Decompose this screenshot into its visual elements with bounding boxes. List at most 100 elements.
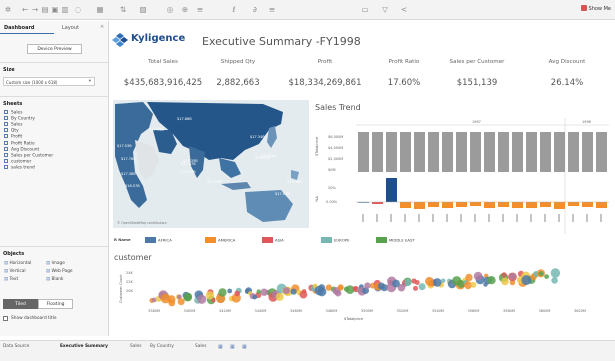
new-dashboard-icon[interactable]: ▦: [230, 344, 235, 350]
x-tick-label: 3560M: [468, 309, 480, 313]
save-icon[interactable]: ▤: [40, 4, 50, 15]
sheet-item[interactable]: Sales per Customer: [4, 152, 54, 159]
legend-item[interactable]: EUROPE: [321, 237, 350, 243]
sheet-tab[interactable]: Sales: [195, 344, 206, 349]
object-item-text[interactable]: ▤ Text: [4, 277, 18, 282]
tableau-logo-icon[interactable]: ✲: [3, 4, 13, 15]
customer-point: [501, 277, 509, 286]
sales-trend-chart[interactable]: $Totalprice %Δ $6,000M $4,000M $2,000M $0M 20%…: [312, 118, 609, 234]
device-preview-button[interactable]: Device Preview: [27, 44, 82, 54]
tab-dashboard[interactable]: Dashboard: [4, 23, 35, 33]
legend-item[interactable]: ASIA: [262, 237, 284, 243]
y-tick-label: 20K: [126, 289, 133, 293]
size-select[interactable]: Custom size (1000 x 618) ▾: [3, 77, 95, 86]
sheet-tab[interactable]: Executive Summary: [60, 344, 108, 349]
sales-bar: [512, 132, 523, 172]
new-data-source-icon[interactable]: ▣: [50, 4, 60, 15]
legend-item[interactable]: AMERICA: [205, 237, 235, 243]
delta-bar: [554, 202, 565, 209]
object-item-label: Vertical: [9, 269, 26, 274]
sheet-tab-bar: Data Source Executive Summary Sales By Coun…: [0, 340, 615, 361]
chart-type-icon[interactable]: ▦: [95, 4, 105, 15]
object-item-vertical[interactable]: ▤ Vertical: [4, 269, 26, 274]
filter-icon[interactable]: ▽: [380, 4, 390, 15]
floating-button[interactable]: Floating: [38, 299, 73, 309]
redo-icon[interactable]: →: [30, 4, 40, 15]
fix-axes-icon[interactable]: ℓ: [229, 4, 239, 15]
sales-map[interactable]: $17.93B $17.86B $17.34B $17.61B $17.47B $17.5…: [113, 100, 309, 228]
sheet-item[interactable]: Profit: [4, 134, 22, 140]
add-sheet-icon[interactable]: ▥: [60, 4, 70, 15]
show-me-button[interactable]: Show Me: [580, 5, 611, 12]
sheet-tab[interactable]: Data Source: [3, 344, 29, 349]
map-value-label: $17.35B: [183, 159, 198, 163]
divider: [0, 62, 108, 63]
customer-point: [413, 285, 418, 291]
share-icon[interactable]: <: [399, 4, 409, 15]
sheet-item[interactable]: customer: [4, 158, 31, 165]
legend-item[interactable]: MIDDLE EAST: [376, 237, 415, 243]
sales-bar: [526, 132, 537, 172]
customer-scatter-chart[interactable]: Customer Count 24K 22K 20K 3380M 3400M 3420M 34…: [112, 265, 610, 335]
show-me-icon: [580, 5, 587, 11]
show-title-checkbox[interactable]: [3, 316, 8, 321]
object-item-label: Horizontal: [9, 261, 32, 266]
size-heading: Size: [3, 67, 15, 73]
x-axis-label: $Totalprice: [344, 317, 363, 321]
x-tick-label: 3380M: [148, 309, 160, 313]
customer-point: [282, 287, 290, 295]
kpi-value: $435,683,916,425: [123, 78, 203, 88]
x-tick-label: 3620M: [574, 309, 586, 313]
legend-label: AMERICA: [218, 237, 236, 243]
customer-chart-title: customer: [114, 253, 152, 262]
new-sheet-icon[interactable]: ▦: [218, 344, 223, 350]
sheet-tab[interactable]: By Country: [150, 344, 174, 349]
sheet-item[interactable]: Sales: [4, 122, 22, 128]
sales-bar: [554, 132, 565, 172]
map-value-label: $17.38B: [121, 172, 136, 176]
swap-icon[interactable]: ⇅: [118, 4, 128, 15]
object-item-image[interactable]: ▤ Image: [46, 261, 65, 266]
sheet-item[interactable]: sales trend: [4, 164, 35, 171]
close-icon[interactable]: ×: [100, 24, 104, 30]
group-icon[interactable]: ⊕: [180, 4, 190, 15]
sheet-item-label: Sales per Customer: [11, 153, 54, 159]
sheet-item[interactable]: Sales: [4, 110, 22, 116]
legend-item[interactable]: AFRICA: [145, 237, 172, 243]
year-label: 1998: [582, 120, 591, 124]
new-story-icon[interactable]: ▦: [242, 344, 247, 350]
label-icon[interactable]: ≡: [195, 4, 205, 15]
customer-point: [418, 283, 426, 291]
highlight-icon[interactable]: ∂: [250, 4, 260, 15]
object-item-blank[interactable]: ▤ Blank: [46, 277, 63, 282]
presentation-icon[interactable]: ▭: [360, 4, 370, 15]
legend-swatch: [262, 237, 273, 243]
fit-icon[interactable]: ≡: [267, 4, 277, 15]
pause-icon[interactable]: ◌: [73, 4, 83, 15]
sheet-item-label: Avg Discount: [11, 147, 40, 153]
object-item-web-page[interactable]: ▤ Web Page: [46, 269, 73, 274]
sheet-item[interactable]: Profit Ratio: [4, 140, 35, 147]
sort-descending-icon[interactable]: ◎: [165, 4, 175, 15]
kpi-value: 26.14%: [550, 78, 584, 88]
sheet-item[interactable]: Qty: [4, 128, 19, 134]
customer-point: [352, 286, 358, 292]
sheet-tab[interactable]: Sales: [130, 344, 141, 349]
sales-bar: [456, 132, 467, 172]
customer-point: [197, 294, 207, 304]
sort-ascending-icon[interactable]: ▨: [138, 4, 148, 15]
bottom-axis-label: %Δ: [315, 196, 319, 202]
sheet-item[interactable]: Avg Discount: [4, 146, 40, 153]
undo-icon[interactable]: ←: [20, 4, 30, 15]
top-tick-label: $0M: [328, 168, 335, 172]
sheet-item[interactable]: By Country: [4, 116, 35, 122]
sales-bar: [582, 132, 593, 172]
sales-bar: [442, 132, 453, 172]
y-tick-label: 24K: [126, 271, 133, 275]
object-item-horizontal[interactable]: ▤ Horizontal: [4, 261, 31, 266]
tiled-button[interactable]: Tiled: [3, 299, 38, 309]
legend-title: R Name: [114, 237, 131, 242]
kpi-value: $151,139: [456, 78, 498, 88]
customer-point: [441, 278, 446, 283]
tab-layout[interactable]: Layout: [62, 23, 79, 33]
